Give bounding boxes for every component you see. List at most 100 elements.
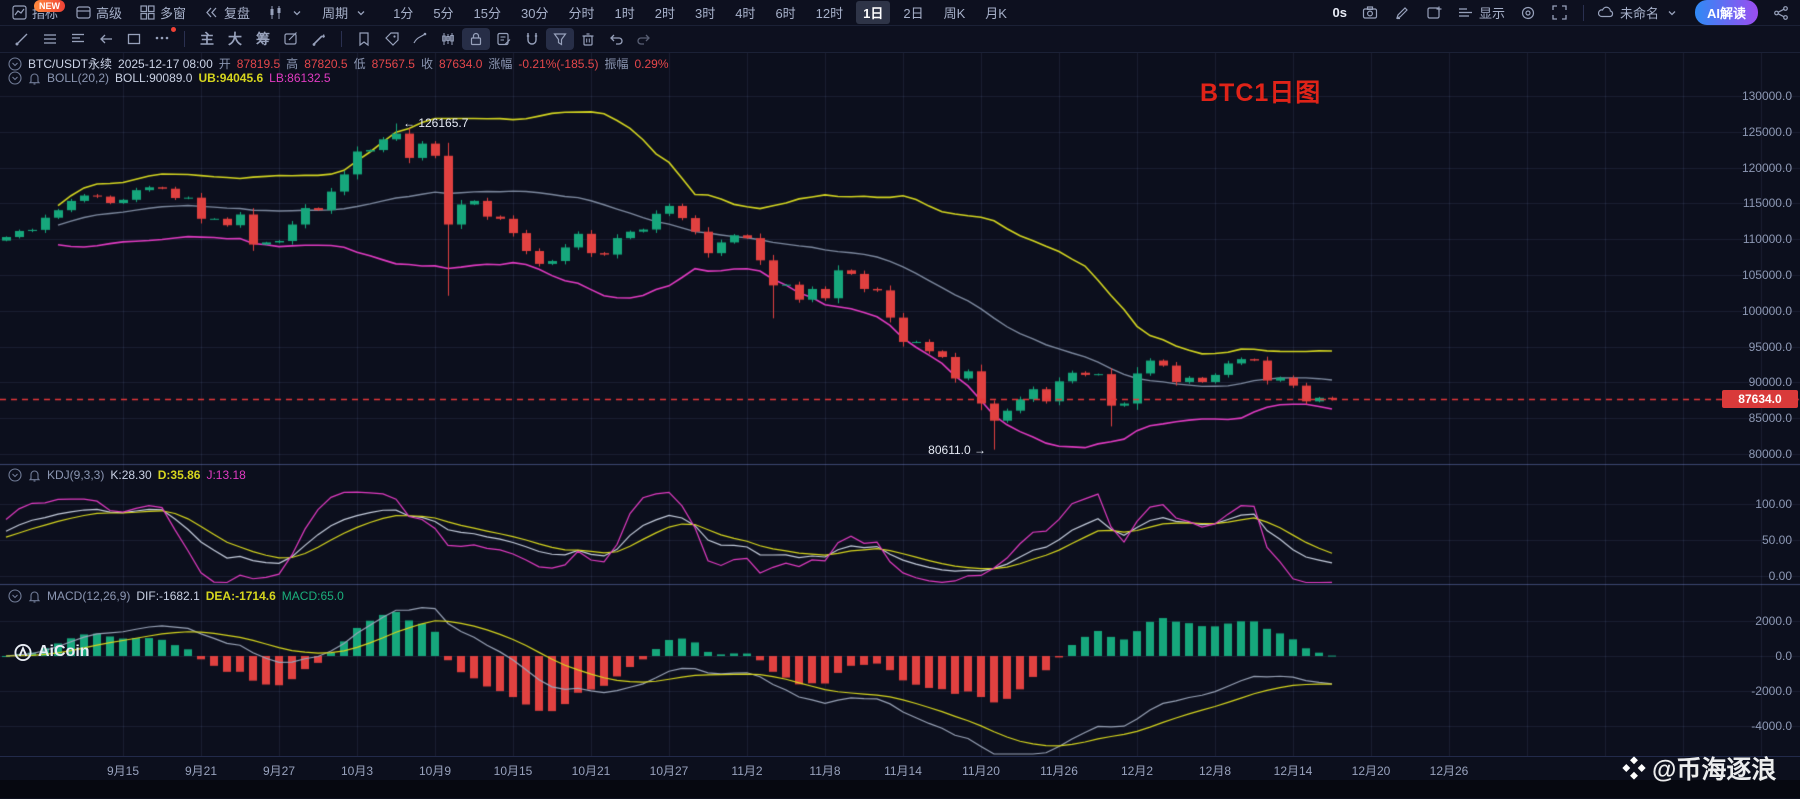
price-tag-icon[interactable] bbox=[378, 28, 406, 50]
date-tick: 9月27 bbox=[262, 764, 296, 778]
rectangle-tool-icon[interactable] bbox=[120, 28, 148, 50]
low-label: 低 bbox=[353, 57, 366, 71]
collapse-circle-icon[interactable] bbox=[8, 589, 22, 603]
pen-line-icon[interactable] bbox=[406, 28, 434, 50]
watermark-text: @币海逐浪 bbox=[1652, 756, 1777, 784]
watermark: @币海逐浪 bbox=[1622, 750, 1776, 786]
undo-icon[interactable] bbox=[602, 28, 630, 50]
indicators-button[interactable]: 指标 NEW bbox=[10, 0, 65, 22]
timeframe-2日[interactable]: 2日 bbox=[896, 1, 930, 24]
timeframe-5分[interactable]: 5分 bbox=[426, 1, 460, 24]
big-chart-button[interactable]: 大 bbox=[221, 28, 249, 50]
timeframe-6时[interactable]: 6时 bbox=[768, 1, 802, 24]
multi-window-button[interactable]: 多窗 bbox=[138, 3, 186, 22]
collapse-circle-icon[interactable] bbox=[8, 468, 22, 482]
price-tick: 110000.0 bbox=[1742, 232, 1792, 247]
timeframe-分时[interactable]: 分时 bbox=[561, 1, 601, 24]
time-axis[interactable]: 9月15 9月21 9月27 10月3 10月9 10月15 10月21 10月27 11月2 1… bbox=[0, 756, 1800, 780]
timeframe-3时[interactable]: 3时 bbox=[688, 1, 722, 24]
note-edit-icon[interactable] bbox=[490, 28, 518, 50]
drawing-toolbar: 主 大 筹 bbox=[0, 26, 1800, 53]
date-tick: 11月14 bbox=[884, 764, 922, 778]
more-tools-icon[interactable] bbox=[148, 26, 176, 50]
share-icon[interactable] bbox=[1772, 4, 1790, 22]
replay-button[interactable]: 复盘 bbox=[202, 3, 250, 22]
date-tick: 12月26 bbox=[1429, 764, 1469, 778]
arrow-tool-icon[interactable] bbox=[92, 28, 120, 50]
timeframe-30分[interactable]: 30分 bbox=[514, 1, 555, 24]
high-point-annotation: ← 126165.7 bbox=[403, 116, 469, 131]
date-tick: 12月8 bbox=[1198, 764, 1232, 778]
add-panel-icon[interactable] bbox=[1425, 4, 1443, 22]
notification-dot bbox=[171, 26, 176, 32]
layout-dropdown[interactable]: 未命名 bbox=[1598, 3, 1681, 22]
chips-button[interactable]: 筹 bbox=[249, 28, 277, 50]
fullscreen-icon[interactable] bbox=[1551, 4, 1569, 22]
date-tick: 12月2 bbox=[1120, 764, 1154, 778]
toolbar-right: 0s 显示 未命名 AI解读 bbox=[1332, 0, 1790, 25]
period-dropdown[interactable]: 周期 bbox=[322, 3, 370, 22]
display-label: 显示 bbox=[1478, 6, 1505, 21]
ohlc-legend: BTC/USDT永续 2025-12-17 08:00 开 87819.5 高 87… bbox=[8, 55, 669, 72]
price-chart-canvas[interactable] bbox=[0, 53, 1800, 756]
timeframe-1分[interactable]: 1分 bbox=[386, 1, 420, 24]
display-button[interactable]: 显示 bbox=[1457, 3, 1505, 22]
chevron-down-icon bbox=[288, 4, 306, 22]
fib-lines-tool-icon[interactable] bbox=[64, 28, 92, 50]
advanced-icon bbox=[74, 4, 92, 22]
multi-window-icon bbox=[138, 4, 156, 22]
symbol-name: BTC/USDT永续 bbox=[28, 57, 113, 71]
date-tick: 9月21 bbox=[184, 764, 218, 778]
pattern-candles-icon[interactable] bbox=[434, 28, 462, 50]
chart-style-dropdown[interactable] bbox=[266, 4, 306, 22]
alert-bell-icon[interactable] bbox=[28, 590, 41, 603]
current-price-badge: 87634.0 bbox=[1722, 390, 1798, 409]
collapse-circle-icon[interactable] bbox=[8, 56, 22, 71]
main-chart-button[interactable]: 主 bbox=[193, 28, 221, 50]
amplitude-label: 振幅 bbox=[604, 57, 629, 71]
timeframe-12时[interactable]: 12时 bbox=[809, 1, 850, 24]
price-tick: 95000.0 bbox=[1748, 339, 1792, 354]
edit-square-icon[interactable] bbox=[277, 28, 305, 50]
bookmark-icon[interactable] bbox=[350, 28, 378, 50]
settings-gear-icon[interactable] bbox=[1519, 4, 1537, 22]
trash-icon[interactable] bbox=[574, 28, 602, 50]
pencil-icon[interactable] bbox=[1393, 4, 1411, 22]
timeframe-15分[interactable]: 15分 bbox=[467, 1, 508, 24]
alert-bell-icon[interactable] bbox=[28, 469, 41, 482]
boll-legend: BOLL(20,2) BOLL:90089.0 UB:94045.6 LB:86… bbox=[8, 71, 331, 85]
camera-icon[interactable] bbox=[1361, 4, 1379, 22]
magnet-icon[interactable] bbox=[518, 28, 546, 50]
price-tick: 125000.0 bbox=[1741, 124, 1792, 139]
price-tick: 80000.0 bbox=[1748, 447, 1792, 461]
bottom-strip bbox=[0, 780, 1800, 798]
change-value: -0.21%(-185.5) bbox=[518, 56, 599, 71]
aicoin-brand: AiCoin bbox=[14, 643, 90, 661]
price-tick: 105000.0 bbox=[1741, 268, 1792, 282]
timeframe-4时[interactable]: 4时 bbox=[728, 1, 762, 24]
timeframe-周K[interactable]: 周K bbox=[937, 1, 973, 24]
alert-bell-icon[interactable] bbox=[28, 72, 41, 85]
advanced-button[interactable]: 高级 bbox=[74, 3, 122, 22]
trendline-tool-icon[interactable] bbox=[8, 28, 36, 50]
timeframe-1日[interactable]: 1日 bbox=[856, 1, 891, 24]
timeframe-月K[interactable]: 月K bbox=[978, 1, 1014, 24]
filter-funnel-icon[interactable] bbox=[546, 28, 574, 50]
candle-countdown: 0s bbox=[1332, 5, 1347, 20]
macd-legend: MACD(12,26,9) DIF:-1682.1 DEA:-1714.6 MA… bbox=[8, 589, 344, 603]
date-tick: 11月20 bbox=[962, 764, 1000, 778]
lock-drawings-icon[interactable] bbox=[462, 28, 490, 50]
ai-analysis-button[interactable]: AI解读 bbox=[1694, 0, 1758, 25]
date-tick: 11月8 bbox=[809, 764, 841, 778]
boll-mid-value: BOLL:90089.0 bbox=[115, 71, 193, 85]
timeframe-2时[interactable]: 2时 bbox=[648, 1, 682, 24]
chart-region[interactable]: BTC/USDT永续 2025-12-17 08:00 开 87819.5 高 87… bbox=[0, 53, 1800, 756]
date-tick: 12月20 bbox=[1351, 764, 1391, 778]
timeframe-1时[interactable]: 1时 bbox=[608, 1, 642, 24]
redo-icon[interactable] bbox=[630, 28, 658, 50]
collapse-circle-icon[interactable] bbox=[8, 71, 22, 85]
price-tick: 115000.0 bbox=[1742, 196, 1792, 211]
parallel-lines-tool-icon[interactable] bbox=[36, 28, 64, 50]
date-tick: 10月21 bbox=[571, 764, 611, 778]
brush-icon[interactable] bbox=[305, 28, 333, 50]
